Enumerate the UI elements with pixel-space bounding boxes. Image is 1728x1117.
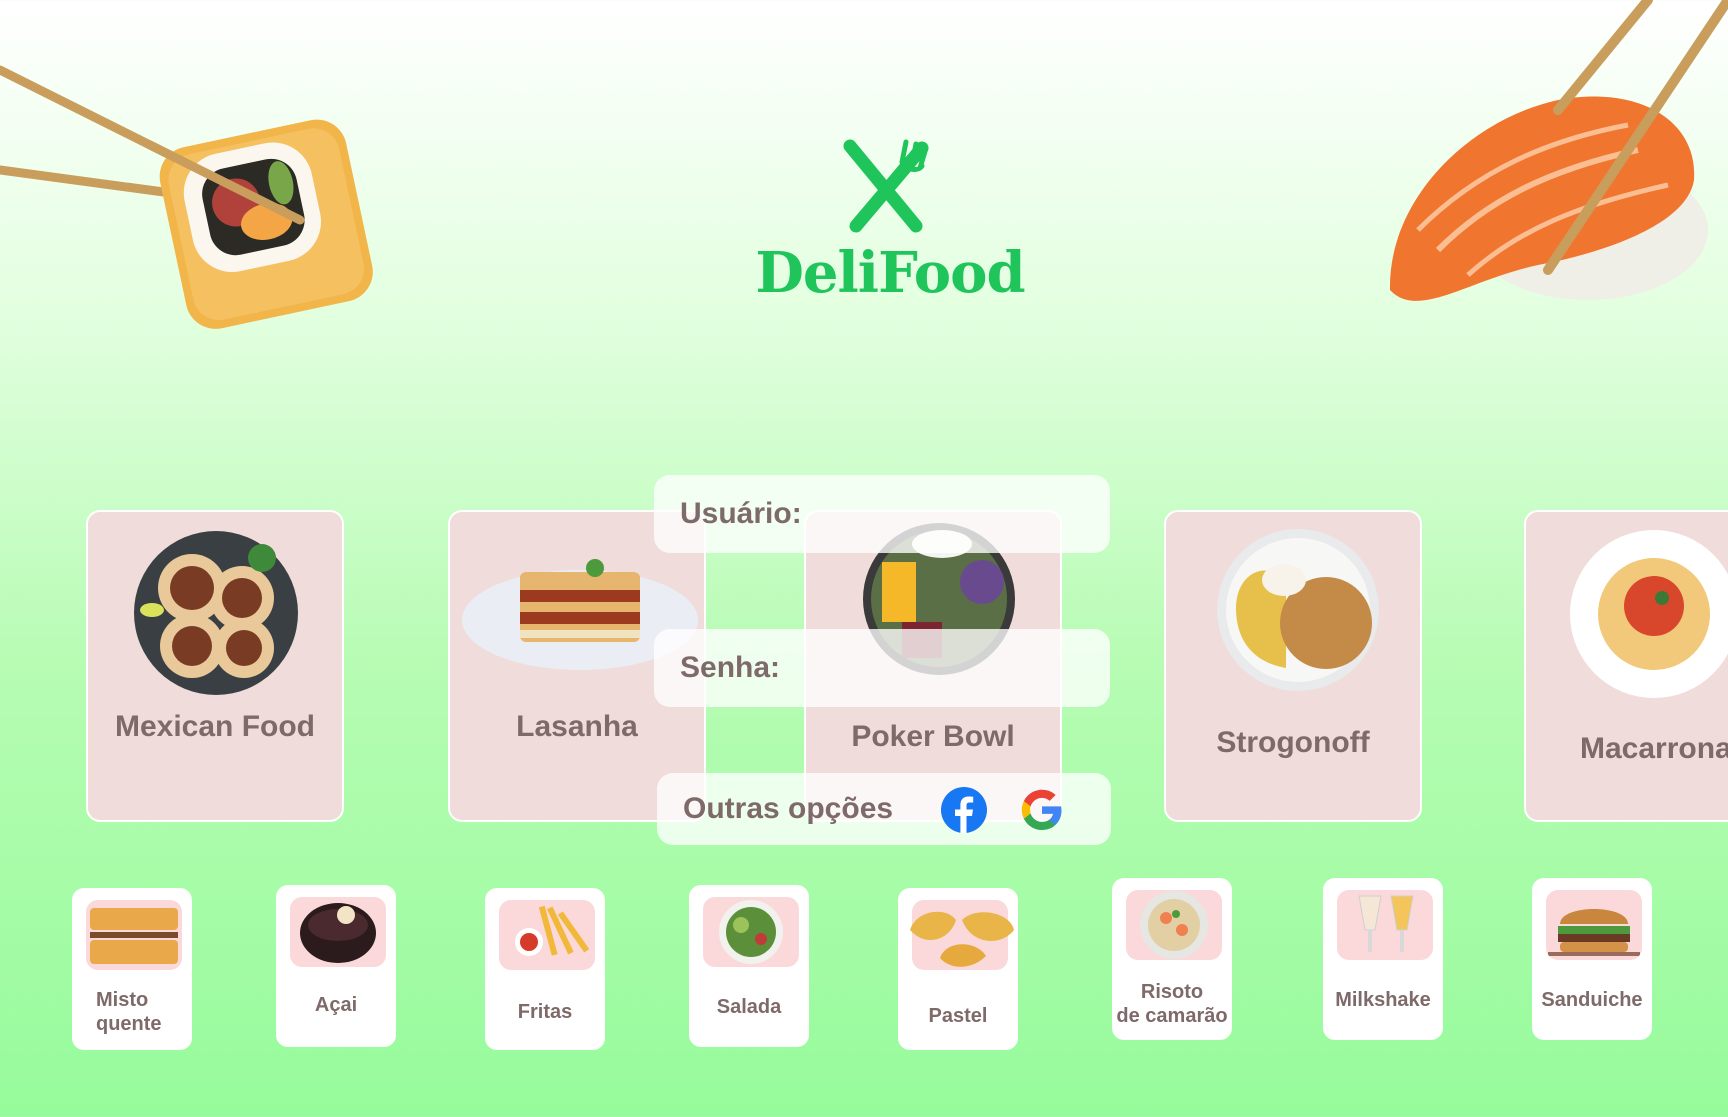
risotto-image (1140, 891, 1208, 959)
sushi-roll-image (0, 65, 373, 329)
featured-card-label: Strogonoff (1216, 726, 1370, 759)
category-label: Sanduiche (1541, 989, 1643, 1011)
featured-card-label: Lasanha (516, 710, 638, 743)
fries-image (515, 905, 590, 956)
category-card-fritas[interactable]: Fritas (485, 888, 605, 1050)
featured-card-label: Poker Bowl (851, 720, 1015, 753)
milkshake-thumbnail (1337, 890, 1433, 960)
password-field[interactable]: Senha: (654, 629, 1110, 707)
password-label: Senha: (680, 651, 781, 684)
category-card-pastel[interactable]: Pastel (898, 888, 1018, 1050)
category-card-misto-quente[interactable]: Misto quente (72, 888, 192, 1050)
category-label: Açai (314, 994, 358, 1016)
category-label: Misto (96, 989, 149, 1011)
facebook-icon[interactable] (941, 787, 987, 833)
category-label-line2: de camarão (1116, 1005, 1228, 1027)
featured-card-mexican-food[interactable]: Mexican Food (86, 510, 344, 822)
salad-image (719, 900, 783, 964)
category-card-salada[interactable]: Salada (689, 885, 809, 1047)
username-field[interactable]: Usuário: (654, 475, 1110, 553)
misto-quente-thumbnail (86, 900, 182, 970)
sanduiche-thumbnail (1546, 890, 1642, 960)
sandwich-image (90, 908, 178, 964)
fork-knife-logo-icon (843, 139, 929, 233)
acai-thumbnail (290, 897, 386, 967)
pastel-image (910, 911, 1014, 967)
category-label-line2: quente (96, 1013, 162, 1035)
featured-card-label: Mexican Food (114, 710, 316, 743)
app-logo-text: DeliFood (755, 240, 1025, 306)
category-label: Pastel (928, 1005, 988, 1027)
macarrona-image (1570, 530, 1728, 698)
burger-image (1548, 909, 1640, 956)
category-label: Fritas (517, 1001, 573, 1023)
category-card-risoto[interactable]: Risoto de camarão (1112, 878, 1232, 1040)
username-label: Usuário: (680, 497, 802, 530)
salmon-nigiri-image (1389, 0, 1728, 301)
username-input[interactable] (814, 489, 1092, 539)
password-input[interactable] (814, 643, 1092, 693)
salada-thumbnail (703, 897, 799, 967)
other-options-panel: Outras opções (657, 773, 1111, 845)
google-icon[interactable] (1019, 787, 1065, 833)
featured-card-label: Macarrona (1580, 732, 1728, 765)
pastel-thumbnail (910, 900, 1014, 970)
fritas-thumbnail (499, 900, 595, 970)
acai-bowl-image (300, 903, 376, 963)
milkshake-image (1358, 895, 1414, 952)
category-card-acai[interactable]: Açai (276, 885, 396, 1047)
category-card-milkshake[interactable]: Milkshake (1323, 878, 1443, 1040)
strogonoff-image (1217, 529, 1379, 691)
mexican-food-image (134, 531, 298, 695)
category-card-sanduiche[interactable]: Sanduiche (1532, 878, 1652, 1040)
featured-card-macarrona[interactable]: Macarrona (1524, 510, 1728, 822)
featured-card-strogonoff[interactable]: Strogonoff (1164, 510, 1422, 822)
category-label: Risoto (1140, 981, 1204, 1003)
category-label: Milkshake (1335, 989, 1431, 1011)
category-label: Salada (716, 996, 782, 1018)
risoto-thumbnail (1126, 890, 1222, 960)
other-options-label: Outras opções (683, 792, 894, 825)
